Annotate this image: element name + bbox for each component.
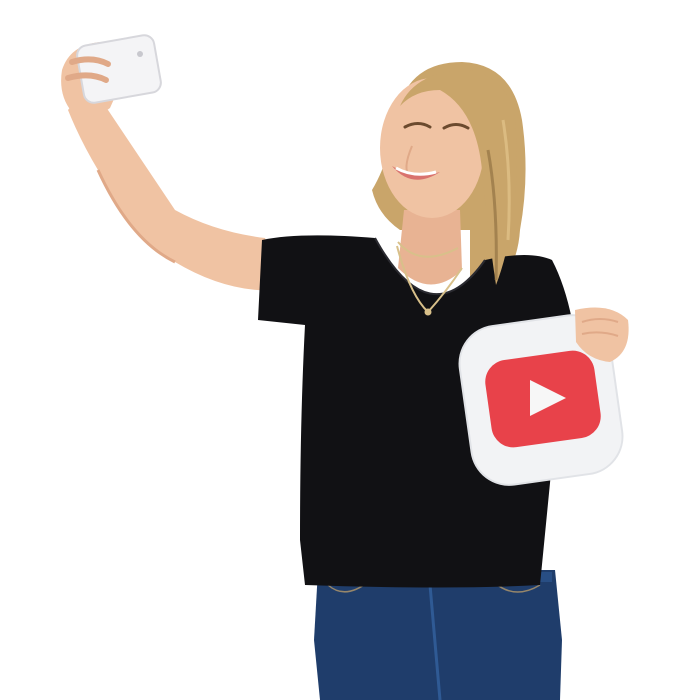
photo-scene	[0, 0, 700, 700]
neck	[398, 210, 462, 285]
jeans	[314, 570, 562, 700]
smartphone-icon	[76, 34, 162, 104]
youtube-play-icon	[485, 350, 601, 448]
photo-illustration	[0, 0, 700, 700]
